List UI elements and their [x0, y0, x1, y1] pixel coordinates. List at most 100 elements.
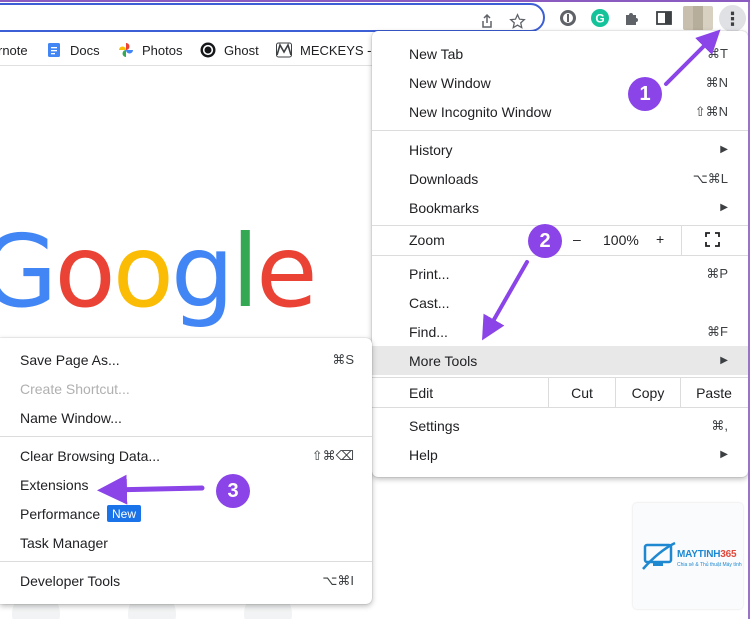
chrome-menu-button[interactable]: ⋮ — [719, 5, 746, 32]
menu-label: Settings — [409, 417, 460, 434]
submenu-arrow-icon: ▶ — [720, 144, 728, 155]
menu-label: Performance — [20, 505, 101, 522]
fullscreen-icon[interactable] — [705, 232, 720, 250]
menu-new-tab[interactable]: New Tab ⌘T — [372, 39, 748, 68]
profile-avatar[interactable] — [683, 6, 713, 30]
meckeys-icon — [276, 42, 292, 58]
menu-shortcut: ⇧⌘⌫ — [311, 447, 354, 463]
menu-separator — [372, 255, 748, 256]
edit-paste-button[interactable]: Paste — [681, 378, 747, 407]
menu-downloads[interactable]: Downloads ⌥⌘L — [372, 164, 748, 193]
menu-new-incognito-window[interactable]: New Incognito Window ⇧⌘N — [372, 97, 748, 126]
submenu-performance[interactable]: Performance — [0, 499, 372, 528]
bookmark-docs[interactable]: Docs — [46, 41, 100, 59]
menu-label: Extensions — [20, 476, 89, 493]
menu-label: Clear Browsing Data... — [20, 447, 161, 464]
address-bar[interactable] — [0, 3, 545, 32]
bookmark-label: Ghost — [224, 42, 259, 58]
menu-shortcut: ⌘P — [706, 265, 728, 281]
docs-icon — [46, 42, 62, 58]
menu-cast[interactable]: Cast... — [372, 288, 748, 317]
more-tools-submenu: Save Page As... ⌘S Create Shortcut... Na… — [0, 338, 372, 604]
bookmark-label: Docs — [70, 42, 100, 58]
submenu-arrow-icon: ▶ — [720, 202, 728, 213]
menu-find[interactable]: Find... ⌘F — [372, 317, 748, 346]
menu-settings[interactable]: Settings ⌘, — [372, 411, 748, 440]
menu-label: More Tools — [409, 352, 478, 369]
watermark-name: MAYTINH365 — [677, 549, 737, 560]
submenu-arrow-icon: ▶ — [720, 449, 728, 460]
menu-separator — [372, 130, 748, 131]
submenu-arrow-icon: ▶ — [720, 355, 728, 366]
step-badge-2: 2 — [528, 224, 562, 258]
menu-shortcut: ⌘T — [707, 45, 728, 61]
zoom-in-button[interactable]: + — [656, 231, 664, 247]
menu-label: New Tab — [409, 45, 464, 62]
menu-separator — [0, 561, 372, 562]
bookmark-label: Photos — [142, 42, 183, 58]
step-badge-1: 1 — [628, 77, 662, 111]
google-logo: Google — [0, 213, 318, 330]
submenu-name-window[interactable]: Name Window... — [0, 403, 372, 432]
ghost-icon — [200, 42, 216, 58]
puzzle-extensions-icon[interactable] — [620, 6, 644, 30]
menu-label: Edit — [409, 384, 434, 401]
menu-shortcut: ⌘S — [332, 351, 354, 367]
star-bookmark-icon[interactable] — [507, 11, 527, 31]
bookmark-label: MECKEYS - — [300, 42, 372, 58]
chrome-main-menu: New Tab ⌘T New Window ⌘N New Incognito W… — [372, 31, 748, 477]
bookmark-evernote[interactable]: rnote — [0, 41, 28, 59]
menu-print[interactable]: Print... ⌘P — [372, 259, 748, 288]
submenu-create-shortcut: Create Shortcut... — [0, 374, 372, 403]
side-panel-icon[interactable] — [652, 6, 676, 30]
watermark-tagline: Chia sẻ & Thủ thuật Máy tính — [677, 562, 742, 568]
menu-shortcut: ⌘, — [711, 417, 728, 433]
submenu-save-page[interactable]: Save Page As... ⌘S — [0, 345, 372, 374]
menu-label: Save Page As... — [20, 351, 120, 368]
menu-label: Name Window... — [20, 409, 122, 426]
menu-label: New Incognito Window — [409, 103, 552, 120]
extension-g-icon[interactable] — [556, 6, 580, 30]
menu-label: New Window — [409, 74, 491, 91]
step-badge-3: 3 — [216, 474, 250, 508]
menu-label: Create Shortcut... — [20, 380, 130, 397]
menu-label: Bookmarks — [409, 199, 480, 216]
menu-label: Task Manager — [20, 534, 108, 551]
menu-separator — [372, 407, 748, 408]
photos-icon — [118, 42, 134, 58]
menu-label: Cast... — [409, 294, 450, 311]
share-icon[interactable] — [477, 11, 497, 31]
zoom-level: 100% — [603, 232, 639, 248]
menu-shortcut: ⇧⌘N — [694, 103, 728, 119]
edit-copy-button[interactable]: Copy — [616, 378, 680, 407]
menu-more-tools[interactable]: More Tools ▶ — [372, 346, 748, 375]
bookmark-photos[interactable]: Photos — [118, 41, 182, 59]
browser-toolbar: G ⋮ — [0, 2, 750, 34]
bookmark-meckeys[interactable]: MECKEYS - — [276, 41, 372, 59]
submenu-clear-browsing-data[interactable]: Clear Browsing Data... ⇧⌘⌫ — [0, 441, 372, 470]
menu-history[interactable]: History ▶ — [372, 135, 748, 164]
edit-cut-button[interactable]: Cut — [549, 378, 615, 407]
menu-new-window[interactable]: New Window ⌘N — [372, 68, 748, 97]
submenu-task-manager[interactable]: Task Manager — [0, 528, 372, 557]
menu-bookmarks[interactable]: Bookmarks ▶ — [372, 193, 748, 222]
menu-label: Help — [409, 446, 438, 463]
menu-help[interactable]: Help ▶ — [372, 440, 748, 469]
menu-shortcut: ⌥⌘I — [322, 572, 354, 588]
maytinh-logo-icon — [642, 541, 676, 570]
zoom-out-button[interactable]: – — [573, 231, 581, 247]
maytinh365-watermark: MAYTINH365 Chia sẻ & Thủ thuật Máy tính — [633, 503, 743, 609]
new-badge: New — [107, 505, 142, 522]
menu-label: Zoom — [409, 231, 445, 248]
menu-label: Downloads — [409, 170, 479, 187]
submenu-developer-tools[interactable]: Developer Tools ⌥⌘I — [0, 566, 372, 595]
menu-label: Print... — [409, 265, 450, 282]
submenu-extensions[interactable]: Extensions — [0, 470, 372, 499]
svg-text:G: G — [595, 12, 604, 26]
bookmark-label: rnote — [0, 42, 28, 58]
bookmark-ghost[interactable]: Ghost — [200, 41, 259, 59]
zoom-divider — [681, 225, 682, 255]
grammarly-icon[interactable]: G — [588, 6, 612, 30]
menu-shortcut: ⌘N — [705, 74, 728, 90]
menu-label: Find... — [409, 323, 448, 340]
